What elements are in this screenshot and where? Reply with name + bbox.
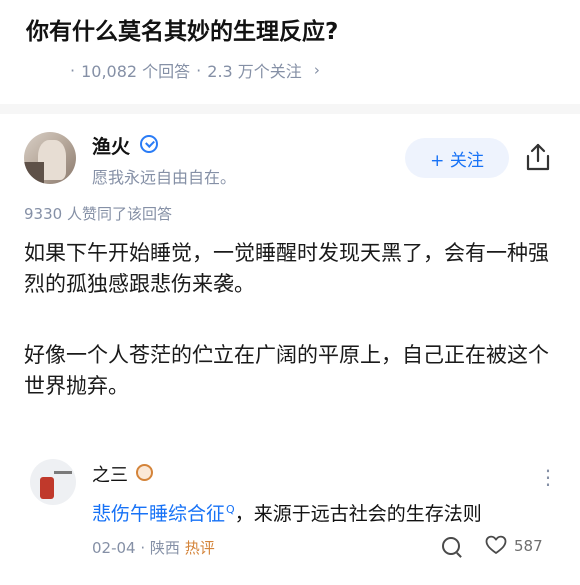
comment-location: 陕西 bbox=[149, 539, 180, 557]
reply-icon[interactable] bbox=[442, 537, 460, 555]
chevron-right-icon: › bbox=[313, 61, 320, 79]
level-badge-icon bbox=[136, 464, 153, 481]
comment-text: 悲伤午睡综合征Q，来源于远古社会的生存法则 bbox=[92, 502, 482, 525]
search-marker-icon: Q bbox=[226, 502, 235, 516]
question-meta[interactable]: · 10,082 个回答 · 2.3 万个关注 › bbox=[70, 58, 320, 82]
answer-paragraph: 如果下午开始睡觉，一觉睡醒时发现天黑了，会有一种强烈的孤独感跟悲伤来袭。 bbox=[24, 241, 549, 296]
share-icon[interactable] bbox=[524, 142, 552, 172]
section-divider bbox=[0, 104, 580, 114]
upvote-count: 9330 人赞同了该回答 bbox=[24, 205, 172, 223]
verified-icon bbox=[140, 135, 158, 153]
answer-author-row: 渔火 愿我永远自由自在。 + 关注 bbox=[0, 120, 580, 200]
meta-separator: · bbox=[70, 60, 76, 80]
author-name[interactable]: 渔火 bbox=[92, 132, 130, 159]
search-link[interactable]: 悲伤午睡综合征Q bbox=[92, 503, 235, 525]
more-options-icon[interactable]: ⋮ bbox=[538, 465, 558, 489]
like-count: 587 bbox=[514, 537, 543, 555]
follow-count: 2.3 万个关注 bbox=[207, 62, 302, 81]
comment-meta: 02-04 · 陕西 热评 bbox=[92, 539, 215, 557]
commenter-name[interactable]: 之三 bbox=[92, 461, 128, 487]
author-bio: 愿我永远自由自在。 bbox=[92, 168, 237, 187]
author-avatar[interactable] bbox=[24, 132, 76, 184]
heart-icon[interactable] bbox=[485, 535, 507, 555]
comment-item: 之三 ⋮ 悲伤午睡综合征Q，来源于远古社会的生存法则 02-04 · 陕西 热评… bbox=[0, 455, 580, 585]
answer-count: 10,082 个回答 bbox=[81, 62, 191, 81]
comment-date: 02-04 bbox=[92, 539, 136, 557]
answer-paragraph: 好像一个人苍茫的伫立在广阔的平原上，自己正在被这个世界抛弃。 bbox=[24, 343, 549, 398]
meta-separator: · bbox=[196, 60, 202, 80]
commenter-avatar[interactable] bbox=[30, 459, 76, 505]
follow-button[interactable]: + 关注 bbox=[405, 138, 509, 178]
question-header: 你有什么莫名其妙的生理反应? · 10,082 个回答 · 2.3 万个关注 › bbox=[0, 0, 580, 112]
hot-comment-tag: 热评 bbox=[184, 539, 215, 557]
question-title[interactable]: 你有什么莫名其妙的生理反应? bbox=[26, 12, 338, 46]
